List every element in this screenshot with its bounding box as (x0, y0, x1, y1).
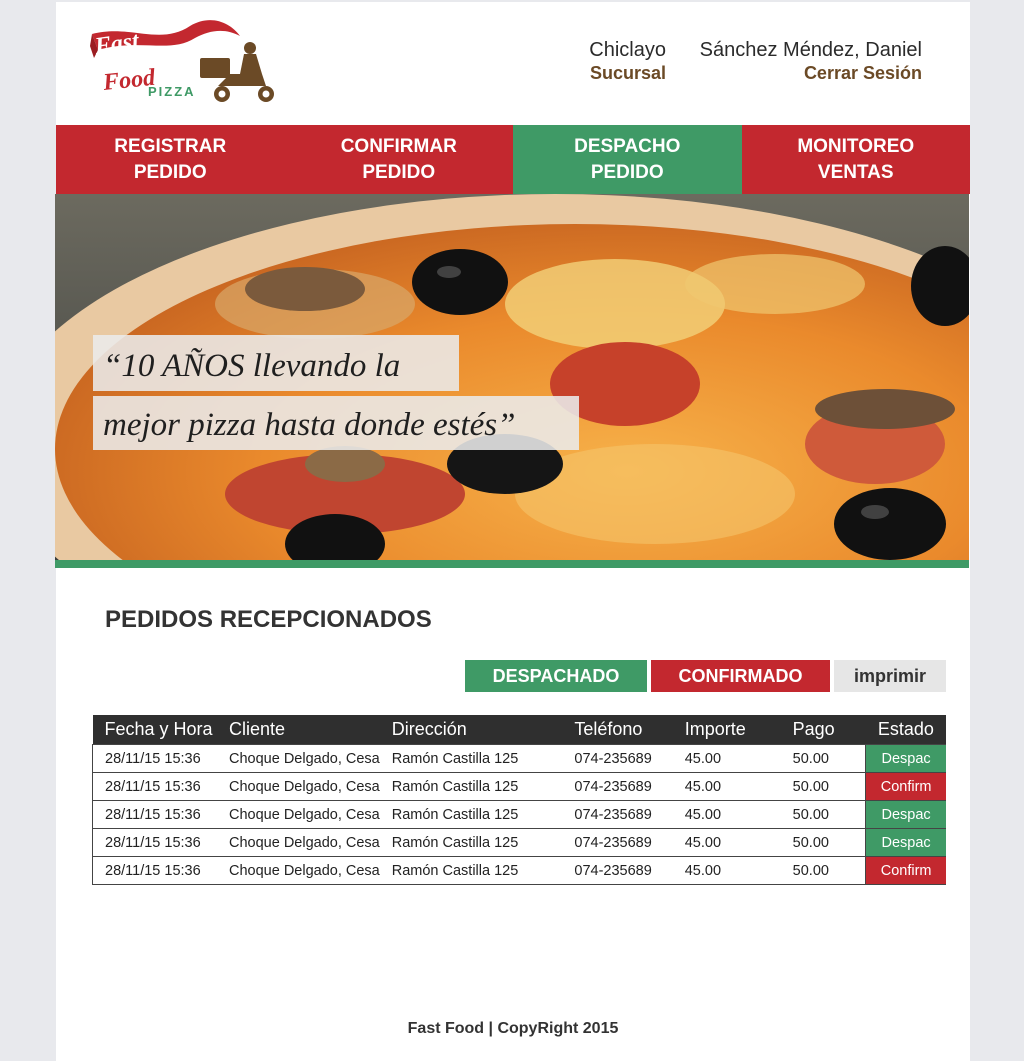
nav-item-line1: MONITOREO (797, 135, 915, 157)
branch-info: Chiclayo Sucursal (586, 38, 666, 84)
nav-despacho-pedido[interactable]: DESPACHO PEDIDO (513, 125, 742, 194)
table-row[interactable]: 28/11/15 15:36 Choque Delgado, Cesa Ramó… (92, 856, 946, 885)
footer-copyright: Fast Food | CopyRight 2015 (407, 1020, 619, 1037)
fast-food-pizza-logo[interactable]: Fast Food PIZZA (90, 16, 280, 108)
cell-telefono: 074-235689 (562, 744, 673, 773)
table-row[interactable]: 28/11/15 15:36 Choque Delgado, Cesa Ramó… (92, 772, 946, 801)
status-badge[interactable]: Confirm (865, 772, 946, 801)
cell-telefono: 074-235689 (562, 856, 673, 885)
despachado-button[interactable]: DESPACHADO (465, 660, 647, 692)
page: Fast Food PIZZA Chiclayo Sucursal Sánche… (55, 2, 970, 1061)
section-title: PEDIDOS RECEPCIONADOS (105, 606, 432, 633)
status-badge[interactable]: Despac (865, 744, 946, 773)
cell-direccion: Ramón Castilla 125 (379, 856, 563, 885)
imprimir-button[interactable]: imprimir (834, 660, 946, 692)
nav-item-line2: PEDIDO (362, 161, 436, 183)
logo-pizza-text: PIZZA (148, 84, 196, 99)
nav-confirmar-pedido[interactable]: CONFIRMAR PEDIDO (284, 125, 513, 194)
cell-telefono: 074-235689 (562, 828, 673, 857)
logout-link[interactable]: Cerrar Sesión (696, 62, 922, 84)
orders-table: Fecha y Hora Cliente Dirección Teléfono … (92, 715, 946, 885)
confirmado-button[interactable]: CONFIRMADO (651, 660, 830, 692)
cell-cliente: Choque Delgado, Cesa (217, 856, 380, 885)
cell-direccion: Ramón Castilla 125 (379, 800, 563, 829)
user-info: Sánchez Méndez, Daniel Cerrar Sesión (696, 38, 922, 84)
branch-label: Sucursal (589, 63, 666, 83)
cell-importe: 45.00 (672, 744, 781, 773)
table-row[interactable]: 28/11/15 15:36 Choque Delgado, Cesa Ramó… (92, 744, 946, 773)
table-header-row: Fecha y Hora Cliente Dirección Teléfono … (92, 715, 946, 745)
cell-telefono: 074-235689 (562, 800, 673, 829)
status-badge[interactable]: Despac (865, 800, 946, 829)
branch-name: Chiclayo (589, 39, 666, 61)
col-estado: Estado (865, 715, 946, 745)
cell-pago: 50.00 (780, 772, 867, 801)
nav-item-line2: PEDIDO (133, 161, 207, 183)
cell-fecha: 28/11/15 15:36 (92, 800, 217, 829)
cell-direccion: Ramón Castilla 125 (379, 772, 563, 801)
user-name: Sánchez Méndez, Daniel (699, 39, 922, 61)
cell-direccion: Ramón Castilla 125 (379, 744, 563, 773)
nav-item-line1: CONFIRMAR (340, 135, 457, 157)
cell-cliente: Choque Delgado, Cesa (217, 772, 380, 801)
status-badge[interactable]: Confirm (865, 856, 946, 885)
main-nav: REGISTRAR PEDIDO CONFIRMAR PEDIDO DESPACHO… (56, 125, 970, 194)
cell-telefono: 074-235689 (562, 772, 673, 801)
cell-direccion: Ramón Castilla 125 (379, 828, 563, 857)
cell-cliente: Choque Delgado, Cesa (217, 828, 380, 857)
cell-importe: 45.00 (672, 856, 781, 885)
cell-cliente: Choque Delgado, Cesa (217, 744, 380, 773)
cell-fecha: 28/11/15 15:36 (92, 772, 217, 801)
cell-cliente: Choque Delgado, Cesa (217, 800, 380, 829)
hero-divider (55, 560, 969, 568)
cell-fecha: 28/11/15 15:36 (92, 856, 217, 885)
col-importe: Importe (672, 715, 781, 745)
hero-quote-line1: “10 AÑOS llevando la (93, 335, 459, 391)
nav-item-line1: DESPACHO (574, 135, 681, 157)
hero-quote-line2: mejor pizza hasta donde estés” (93, 396, 579, 450)
nav-item-line2: PEDIDO (590, 161, 664, 183)
status-badge[interactable]: Despac (865, 828, 946, 857)
nav-item-line2: VENTAS (817, 161, 894, 183)
nav-item-line1: REGISTRAR (114, 135, 227, 157)
logo-fast-text: Fast (92, 28, 142, 60)
col-fecha: Fecha y Hora (92, 715, 217, 745)
cell-pago: 50.00 (780, 828, 867, 857)
table-row[interactable]: 28/11/15 15:36 Choque Delgado, Cesa Ramó… (92, 800, 946, 829)
cell-pago: 50.00 (780, 800, 867, 829)
col-direccion: Dirección (379, 715, 563, 745)
col-telefono: Teléfono (562, 715, 673, 745)
col-cliente: Cliente (217, 715, 380, 745)
col-pago: Pago (780, 715, 866, 745)
cell-fecha: 28/11/15 15:36 (92, 744, 217, 773)
cell-importe: 45.00 (672, 828, 781, 857)
cell-pago: 50.00 (780, 744, 867, 773)
table-row[interactable]: 28/11/15 15:36 Choque Delgado, Cesa Ramó… (92, 828, 946, 857)
cell-importe: 45.00 (672, 800, 781, 829)
cell-fecha: 28/11/15 15:36 (92, 828, 217, 857)
nav-monitoreo-ventas[interactable]: MONITOREO VENTAS (741, 125, 970, 194)
nav-registrar-pedido[interactable]: REGISTRAR PEDIDO (56, 125, 285, 194)
cell-importe: 45.00 (672, 772, 781, 801)
cell-pago: 50.00 (780, 856, 867, 885)
